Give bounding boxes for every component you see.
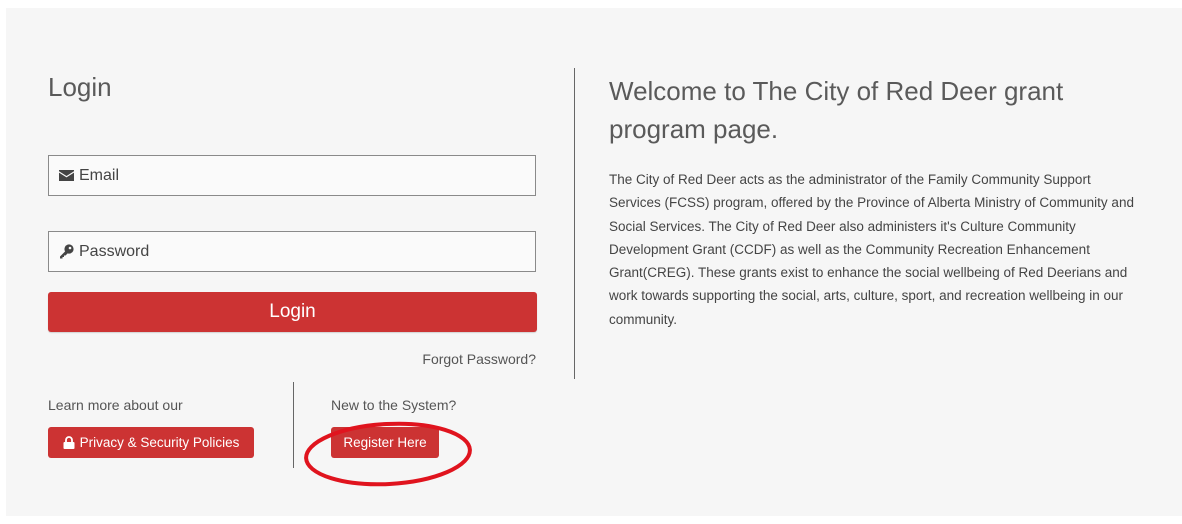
new-user-text: New to the System? <box>331 397 457 413</box>
email-field[interactable]: Email <box>48 155 536 196</box>
envelope-icon <box>59 170 74 181</box>
login-button[interactable]: Login <box>48 292 537 332</box>
privacy-button-label: Privacy & Security Policies <box>79 435 240 450</box>
welcome-body-text: The City of Red Deer acts as the adminis… <box>609 172 1134 327</box>
login-title: Login <box>48 72 112 102</box>
privacy-intro-text: Learn more about our <box>48 397 183 413</box>
register-button[interactable]: Register Here <box>331 427 439 458</box>
lock-icon <box>63 436 75 449</box>
password-field[interactable]: Password <box>48 231 536 272</box>
password-placeholder: Password <box>79 242 150 260</box>
divider-vertical-main <box>574 68 575 379</box>
key-icon <box>60 244 74 259</box>
privacy-policies-button[interactable]: Privacy & Security Policies <box>48 427 254 458</box>
welcome-title: Welcome to The City of Red Deer grant pr… <box>609 76 1064 144</box>
divider-vertical-small <box>293 382 294 468</box>
email-placeholder: Email <box>79 166 120 184</box>
forgot-password-link[interactable]: Forgot Password? <box>422 351 536 367</box>
